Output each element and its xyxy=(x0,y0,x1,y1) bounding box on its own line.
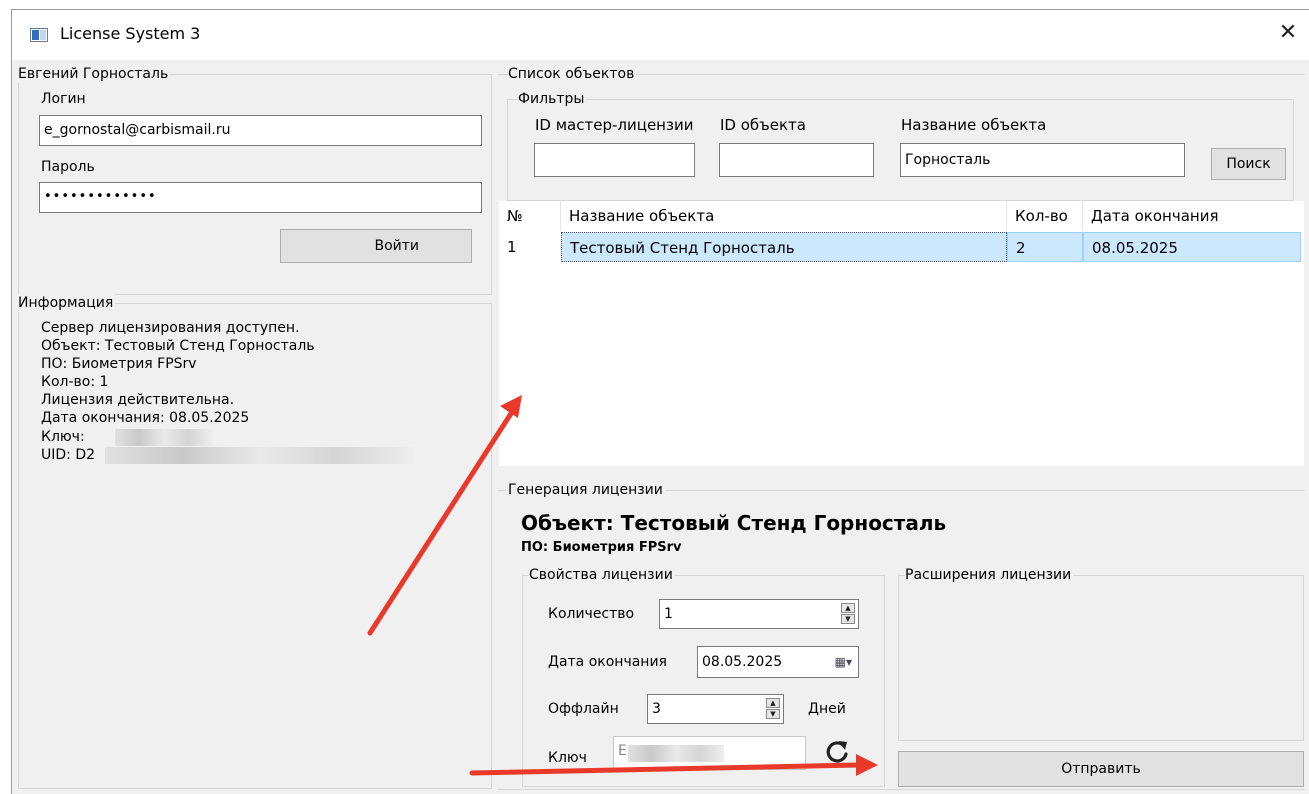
app-icon xyxy=(30,28,48,42)
object-heading: Объект: Тестовый Стенд Горносталь xyxy=(521,511,947,535)
generation-group: Генерация лицензии Объект: Тестовый Стен… xyxy=(498,481,1305,790)
license-extensions-title: Расширения лицензии xyxy=(905,566,1074,584)
end-date-label: Дата окончания xyxy=(548,654,667,670)
info-line: Объект: Тестовый Стенд Горносталь xyxy=(41,338,315,354)
login-input[interactable]: e_gornostal@carbismail.ru xyxy=(39,115,482,146)
info-line: Кол-во: 1 xyxy=(41,374,109,390)
info-line: Дата окончания: 08.05.2025 xyxy=(41,410,250,426)
cell-qty: 2 xyxy=(1007,232,1083,262)
login-group-title: Евгений Горносталь xyxy=(18,65,171,83)
offline-label: Оффлайн xyxy=(548,701,619,717)
object-id-input[interactable] xyxy=(719,143,874,177)
info-group: Информация Сервер лицензирования доступе… xyxy=(18,294,492,789)
object-name-label: Название объекта xyxy=(901,116,1047,134)
license-props-group: Свойства лицензии Количество 1 ▲ ▼ Дата о… xyxy=(522,566,885,787)
objects-group-title: Список объектов xyxy=(508,65,637,83)
info-line: UID: D2 xyxy=(41,447,96,463)
quantity-stepper[interactable]: 1 ▲ ▼ xyxy=(659,599,859,629)
cell-end-date: 08.05.2025 xyxy=(1083,232,1301,262)
window-title: License System 3 xyxy=(60,24,201,43)
master-id-label: ID мастер-лицензии xyxy=(535,116,694,134)
info-line: Сервер лицензирования доступен. xyxy=(41,320,300,336)
end-date-value: 08.05.2025 xyxy=(702,654,783,670)
password-input[interactable]: ••••••••••••• xyxy=(39,182,482,213)
quantity-label: Количество xyxy=(548,606,635,622)
generation-group-title: Генерация лицензии xyxy=(508,481,665,499)
column-header-num[interactable]: № xyxy=(499,201,561,231)
end-date-picker[interactable]: 08.05.2025 ▦▾ xyxy=(697,646,859,678)
info-group-title: Информация xyxy=(18,294,116,312)
redacted-uid xyxy=(105,447,415,464)
software-heading: ПО: Биометрия FPSrv xyxy=(521,540,682,555)
license-system-window: License System 3 ✕ Евгений Горносталь Ло… xyxy=(11,9,1309,794)
offline-value: 3 xyxy=(652,701,661,717)
column-header-end-date[interactable]: Дата окончания xyxy=(1083,201,1304,231)
info-line: Ключ: xyxy=(41,429,85,445)
refresh-icon[interactable] xyxy=(823,736,851,768)
login-label: Логин xyxy=(41,91,86,107)
close-icon[interactable]: ✕ xyxy=(1273,18,1303,48)
master-id-input[interactable] xyxy=(534,143,695,177)
filters-group: Фильтры ID мастер-лицензии ID объекта На… xyxy=(507,90,1294,201)
table-header: № Название объекта Кол-во Дата окончания xyxy=(499,201,1304,231)
calendar-dropdown-icon[interactable]: ▦▾ xyxy=(835,647,852,677)
table-row[interactable]: 1 Тестовый Стенд Горносталь 2 08.05.2025 xyxy=(499,232,1304,262)
key-value: E xyxy=(618,743,627,759)
login-button[interactable]: Войти xyxy=(280,229,472,263)
column-header-name[interactable]: Название объекта xyxy=(561,201,1007,231)
object-name-input[interactable]: Горносталь xyxy=(900,143,1185,177)
cell-num: 1 xyxy=(507,238,517,256)
license-props-title: Свойства лицензии xyxy=(529,566,675,584)
send-button[interactable]: Отправить xyxy=(898,751,1304,787)
key-field: E xyxy=(613,736,806,770)
search-button[interactable]: Поиск xyxy=(1211,148,1286,180)
offline-spin[interactable]: ▲ ▼ xyxy=(766,698,780,720)
quantity-spin[interactable]: ▲ ▼ xyxy=(841,603,855,625)
info-line: Лицензия действительна. xyxy=(41,392,235,408)
objects-table: № Название объекта Кол-во Дата окончания… xyxy=(499,201,1304,466)
key-label: Ключ xyxy=(548,750,587,766)
quantity-value: 1 xyxy=(664,606,673,622)
login-group: Евгений Горносталь Логин e_gornostal@car… xyxy=(18,65,492,295)
object-id-label: ID объекта xyxy=(720,116,806,134)
redacted-key xyxy=(115,429,213,446)
password-label: Пароль xyxy=(41,159,95,175)
offline-unit-label: Дней xyxy=(808,701,846,717)
filters-group-title: Фильтры xyxy=(518,90,587,108)
cell-name: Тестовый Стенд Горносталь xyxy=(561,232,1007,262)
license-extensions-group[interactable]: Расширения лицензии xyxy=(898,566,1304,741)
offline-stepper[interactable]: 3 ▲ ▼ xyxy=(647,694,784,724)
title-bar: License System 3 ✕ xyxy=(12,10,1309,60)
info-line: ПО: Биометрия FPSrv xyxy=(41,356,197,372)
column-header-qty[interactable]: Кол-во xyxy=(1007,201,1083,231)
